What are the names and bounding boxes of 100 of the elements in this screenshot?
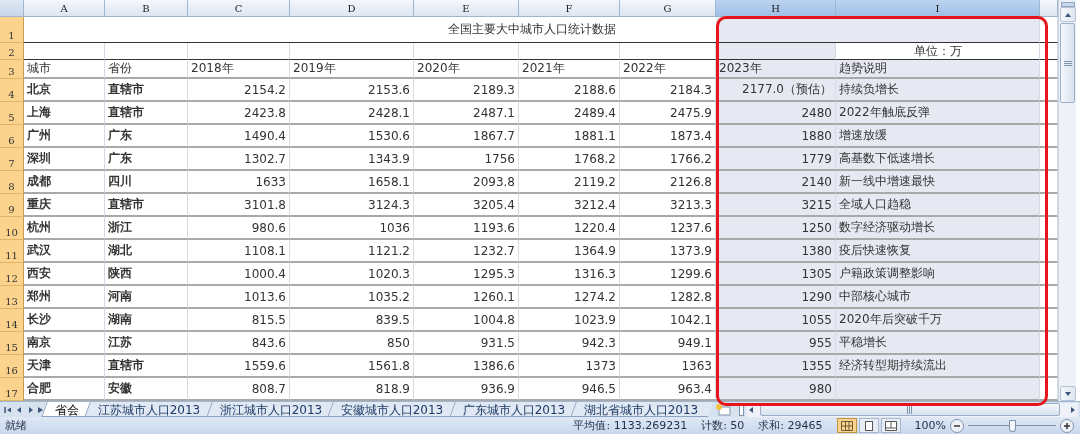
table-cell[interactable]: 杭州	[24, 217, 105, 240]
table-cell[interactable]: 1193.6	[414, 217, 519, 240]
column-label[interactable]: 2019年	[290, 60, 414, 79]
row-header[interactable]: 11	[0, 240, 24, 263]
table-cell[interactable]: 成都	[24, 171, 105, 194]
view-button[interactable]	[880, 418, 901, 433]
table-cell[interactable]: 1380	[716, 240, 836, 263]
table-cell[interactable]: 980	[716, 378, 836, 401]
table-cell[interactable]: 户籍政策调整影响	[836, 263, 1040, 286]
table-cell[interactable]: 1302.7	[188, 148, 290, 171]
table-cell[interactable]: 1561.8	[290, 355, 414, 378]
table-cell[interactable]: 1633	[188, 171, 290, 194]
table-cell[interactable]: 2423.8	[188, 102, 290, 125]
table-cell[interactable]: 上海	[24, 102, 105, 125]
column-header[interactable]: B	[105, 0, 188, 17]
table-cell[interactable]: 1490.4	[188, 125, 290, 148]
view-button[interactable]	[858, 418, 879, 433]
table-cell[interactable]: 1055	[716, 309, 836, 332]
table-cell[interactable]: 单位：万	[836, 43, 1040, 60]
table-cell[interactable]: 1873.4	[620, 125, 716, 148]
table-cell[interactable]: 1274.2	[519, 286, 620, 309]
table-cell[interactable]: 850	[290, 332, 414, 355]
row-header[interactable]: 16	[0, 355, 24, 378]
table-cell[interactable]: 1355	[716, 355, 836, 378]
table-cell[interactable]: 2489.4	[519, 102, 620, 125]
column-label[interactable]: 2020年	[414, 60, 519, 79]
table-cell[interactable]: 2093.8	[414, 171, 519, 194]
table-cell[interactable]: 广东	[105, 125, 188, 148]
table-cell[interactable]: 1373	[519, 355, 620, 378]
table-cell[interactable]: 1530.6	[290, 125, 414, 148]
table-cell[interactable]: 949.1	[620, 332, 716, 355]
table-cell[interactable]: 2126.8	[620, 171, 716, 194]
table-cell[interactable]: 3205.4	[414, 194, 519, 217]
table-cell[interactable]: 广东	[105, 148, 188, 171]
table-cell[interactable]: 江苏	[105, 332, 188, 355]
table-cell[interactable]: 1035.2	[290, 286, 414, 309]
column-header[interactable]: A	[24, 0, 105, 17]
table-cell[interactable]: 直辖市	[105, 194, 188, 217]
zoom-out-button[interactable]	[950, 418, 964, 433]
table-cell[interactable]: 西安	[24, 263, 105, 286]
table-cell[interactable]: 1364.9	[519, 240, 620, 263]
view-button[interactable]	[836, 418, 857, 433]
zoom-in-button[interactable]	[1060, 418, 1074, 433]
table-cell[interactable]: 936.9	[414, 378, 519, 401]
table-cell[interactable]: 1121.2	[290, 240, 414, 263]
table-cell[interactable]: 1237.6	[620, 217, 716, 240]
table-cell[interactable]: 942.3	[519, 332, 620, 355]
row-header[interactable]: 15	[0, 332, 24, 355]
table-cell[interactable]: 1260.1	[414, 286, 519, 309]
sheet-tab[interactable]: 湖北省城市人口2013	[570, 402, 714, 417]
table-cell[interactable]	[836, 378, 1040, 401]
table-cell[interactable]: 1559.6	[188, 355, 290, 378]
table-cell[interactable]: 武汉	[24, 240, 105, 263]
table-cell[interactable]: 955	[716, 332, 836, 355]
table-cell[interactable]: 1000.4	[188, 263, 290, 286]
table-cell[interactable]: 2154.2	[188, 79, 290, 102]
column-header[interactable]: C	[188, 0, 290, 17]
column-header[interactable]: E	[414, 0, 519, 17]
table-cell[interactable]: 1013.6	[188, 286, 290, 309]
table-cell[interactable]: 1282.8	[620, 286, 716, 309]
table-cell[interactable]: 1020.3	[290, 263, 414, 286]
table-cell[interactable]: 2428.1	[290, 102, 414, 125]
row-header[interactable]: 2	[0, 43, 24, 60]
table-cell[interactable]: 全域人口趋稳	[836, 194, 1040, 217]
table-cell[interactable]: 深圳	[24, 148, 105, 171]
table-cell[interactable]: 增速放缓	[836, 125, 1040, 148]
table-cell[interactable]	[188, 43, 290, 60]
column-label[interactable]: 2021年	[519, 60, 620, 79]
table-cell[interactable]: 2177.0（预估）	[716, 79, 836, 102]
row-header[interactable]: 3	[0, 60, 24, 79]
table-cell[interactable]	[519, 43, 620, 60]
split-handle-icon[interactable]	[738, 403, 744, 416]
table-cell[interactable]: 2487.1	[414, 102, 519, 125]
table-cell[interactable]: 直辖市	[105, 79, 188, 102]
table-cell[interactable]	[105, 43, 188, 60]
table-cell[interactable]: 1232.7	[414, 240, 519, 263]
column-label[interactable]: 趋势说明	[836, 60, 1040, 79]
table-cell[interactable]: 1363	[620, 355, 716, 378]
table-cell[interactable]	[620, 43, 716, 60]
table-cell[interactable]: 3213.3	[620, 194, 716, 217]
table-cell[interactable]: 1867.7	[414, 125, 519, 148]
table-cell[interactable]: 持续负增长	[836, 79, 1040, 102]
table-cell[interactable]: 2022年触底反弹	[836, 102, 1040, 125]
table-cell[interactable]: 经济转型期持续流出	[836, 355, 1040, 378]
table-cell[interactable]: 3101.8	[188, 194, 290, 217]
table-cell[interactable]: 湖南	[105, 309, 188, 332]
table-cell[interactable]: 963.4	[620, 378, 716, 401]
column-label[interactable]: 2018年	[188, 60, 290, 79]
row-header[interactable]: 6	[0, 125, 24, 148]
table-cell[interactable]: 2184.3	[620, 79, 716, 102]
table-cell[interactable]: 重庆	[24, 194, 105, 217]
row-header[interactable]: 13	[0, 286, 24, 309]
table-cell[interactable]: 1343.9	[290, 148, 414, 171]
table-cell[interactable]	[716, 43, 836, 60]
table-cell[interactable]: 2480	[716, 102, 836, 125]
row-header[interactable]: 10	[0, 217, 24, 240]
table-cell[interactable]: 浙江	[105, 217, 188, 240]
row-header[interactable]: 14	[0, 309, 24, 332]
row-header[interactable]: 8	[0, 171, 24, 194]
table-cell[interactable]: 1004.8	[414, 309, 519, 332]
